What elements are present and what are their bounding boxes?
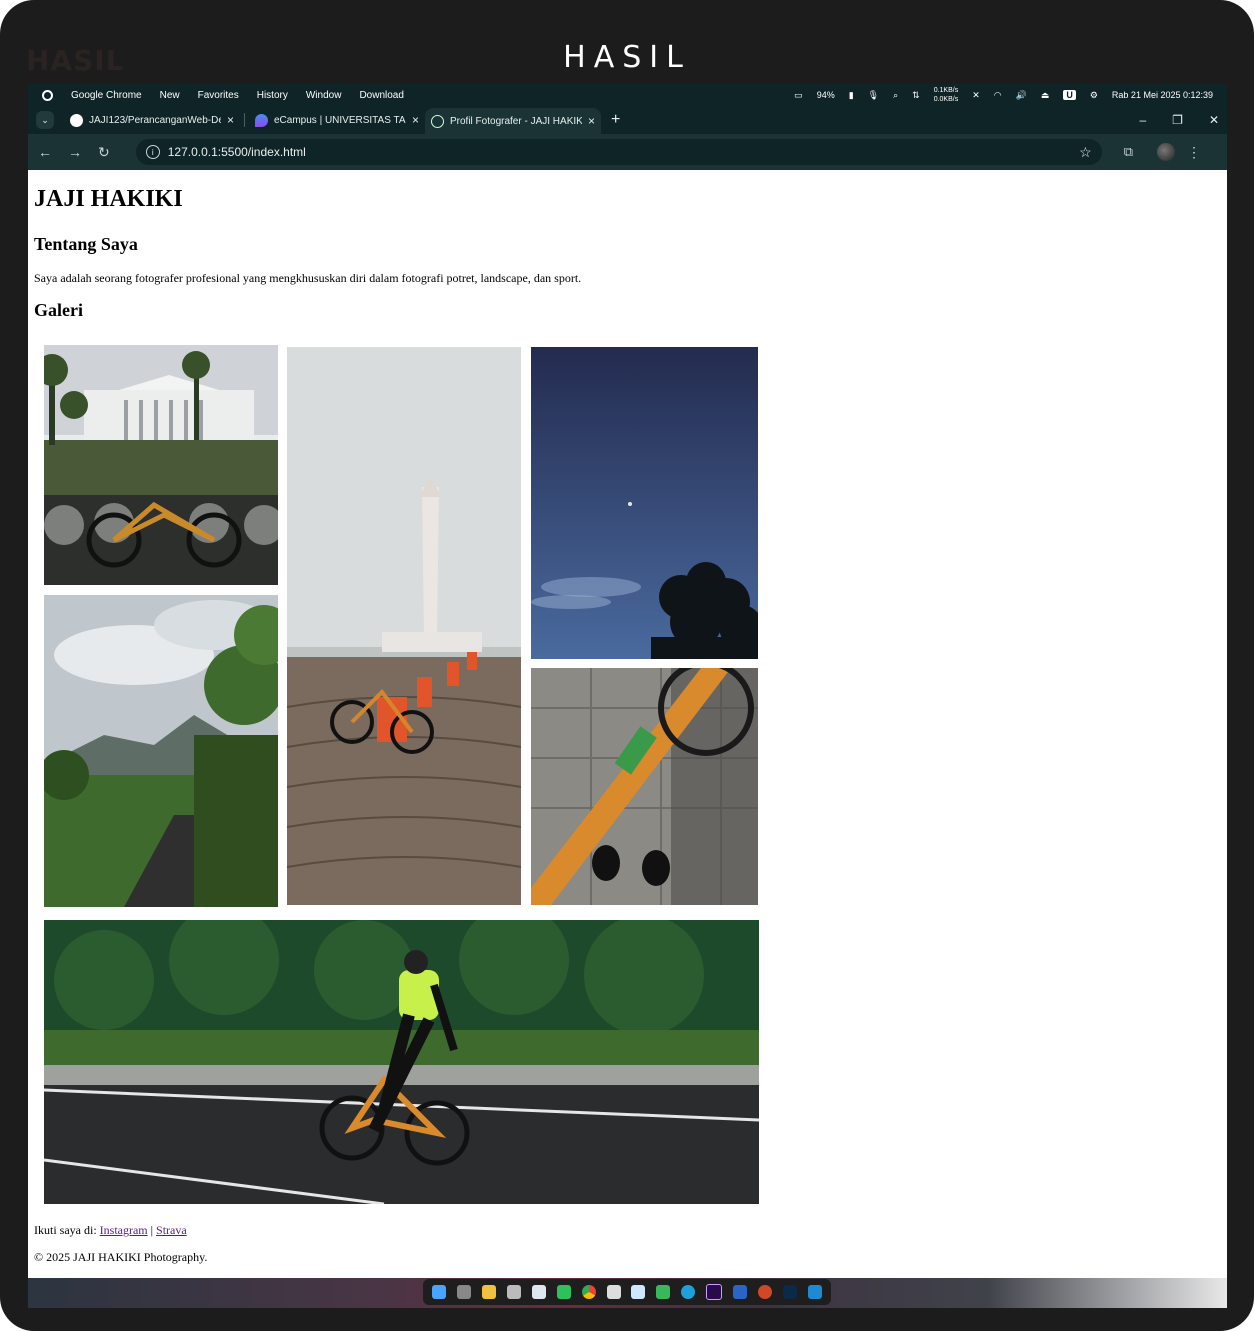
battery-icon[interactable]: ▮ <box>849 90 854 101</box>
network-speed: 0.1KB/s 0.0KB/s <box>934 86 959 104</box>
copyright: © 2025 JAJI HAKIKI Photography. <box>34 1250 208 1264</box>
back-arrow-icon[interactable]: ← <box>38 144 52 160</box>
menu-history[interactable]: History <box>257 90 288 101</box>
file-explorer-icon[interactable] <box>482 1285 497 1299</box>
app-icon[interactable] <box>606 1285 621 1299</box>
gallery-photo-sky-tree[interactable] <box>531 347 758 659</box>
photoshop-icon[interactable] <box>782 1285 797 1299</box>
tab-title: Profil Fotografer - JAJI HAKIKI <box>450 115 582 127</box>
menu-download[interactable]: Download <box>359 90 403 101</box>
volume-icon[interactable]: 🔊 <box>1016 90 1027 101</box>
vscode-icon[interactable] <box>807 1285 822 1299</box>
screen: Google Chrome New Favorites History Wind… <box>28 84 1227 1308</box>
instagram-link[interactable]: Instagram <box>100 1223 148 1237</box>
gallery-heading: Galeri <box>34 300 83 320</box>
drive-icon[interactable] <box>507 1285 522 1299</box>
close-icon[interactable]: × <box>588 114 595 128</box>
chrome-icon[interactable] <box>581 1285 596 1299</box>
globe-icon <box>431 114 444 128</box>
tab-profil-fotografer[interactable]: Profil Fotografer - JAJI HAKIKI × <box>425 108 601 134</box>
tab-separator <box>244 113 245 127</box>
premiere-icon[interactable] <box>706 1284 723 1300</box>
minimize-icon[interactable]: – <box>1139 113 1146 127</box>
app-bird-icon[interactable] <box>631 1285 646 1299</box>
tab-title: eCampus | UNIVERSITAS TANGE <box>274 114 406 126</box>
search-icon[interactable]: ⌕ <box>893 90 898 101</box>
close-icon[interactable]: × <box>412 113 419 127</box>
follow-line: Ikuti saya di: Instagram | Strava <box>34 1223 187 1238</box>
frame-title: HASIL <box>563 40 691 75</box>
edge-icon[interactable] <box>681 1285 696 1299</box>
about-heading: Tentang Saya <box>34 234 138 254</box>
os-taskbar <box>28 1278 1227 1308</box>
display-icon[interactable]: ▭ <box>794 90 803 101</box>
datetime: Rab 21 Mei 2025 0:12:39 <box>1111 90 1213 100</box>
task-view-icon[interactable] <box>457 1285 472 1299</box>
profile-avatar[interactable] <box>1157 143 1175 161</box>
follow-prefix: Ikuti saya di: <box>34 1223 97 1237</box>
os-menubar: Google Chrome New Favorites History Wind… <box>28 84 1227 106</box>
web-page: JAJI HAKIKI Tentang Saya Saya adalah seo… <box>28 170 1227 1278</box>
extensions-icon[interactable]: ⧉ <box>1124 144 1133 160</box>
ecampus-icon <box>255 113 268 127</box>
github-icon <box>70 113 83 127</box>
u-badge-icon[interactable]: U <box>1063 90 1076 100</box>
microphone-icon[interactable]: 🎙 <box>868 90 879 101</box>
restore-icon[interactable]: ❐ <box>1172 113 1183 127</box>
net-upload: 0.1KB/s <box>933 87 959 94</box>
close-icon[interactable]: × <box>227 113 234 127</box>
bluetooth-off-icon[interactable]: ✕ <box>972 90 980 101</box>
eject-icon[interactable]: ⏏ <box>1041 90 1050 101</box>
tab-title: JAJI123/PerancanganWeb-Desa <box>89 114 221 126</box>
gallery-photo-building-bike[interactable] <box>44 345 278 585</box>
gallery-photo-cyclist[interactable] <box>44 920 759 1204</box>
store-icon[interactable] <box>531 1285 546 1299</box>
window-close-icon[interactable]: ✕ <box>1209 113 1219 127</box>
toolbar: ← → ↻ i 127.0.0.1:5500/index.html ☆ ⧉ ⋮ <box>28 134 1227 170</box>
menu-favorites[interactable]: Favorites <box>198 90 239 101</box>
url-text[interactable]: 127.0.0.1:5500/index.html <box>168 145 306 159</box>
menu-new[interactable]: New <box>160 90 180 101</box>
net-download: 0.0KB/s <box>933 96 959 103</box>
wifi-icon[interactable]: ◠ <box>994 90 1002 101</box>
tab-ecampus[interactable]: eCampus | UNIVERSITAS TANGE × <box>249 108 425 132</box>
strava-link[interactable]: Strava <box>156 1223 187 1237</box>
kebab-menu-icon[interactable]: ⋮ <box>1187 144 1201 161</box>
about-text: Saya adalah seorang fotografer profesion… <box>34 271 582 285</box>
network-arrows-icon: ⇅ <box>912 89 920 100</box>
tab-strip: ⌄ JAJI123/PerancanganWeb-Desa × eCampus … <box>28 106 1227 134</box>
reload-icon[interactable]: ↻ <box>98 144 110 161</box>
info-icon[interactable]: i <box>145 145 160 159</box>
taskbar-apps <box>423 1279 831 1305</box>
gallery-photo-road-hills[interactable] <box>44 595 278 907</box>
tab-search-chevron-icon[interactable]: ⌄ <box>36 111 54 129</box>
windows-start-icon[interactable] <box>432 1285 447 1299</box>
device-frame: HASIL HASIL Google Chrome New Favorites … <box>0 0 1254 1331</box>
menu-window[interactable]: Window <box>306 90 342 101</box>
page-title: JAJI HAKIKI <box>34 186 183 212</box>
address-bar[interactable]: i 127.0.0.1:5500/index.html ☆ <box>135 139 1102 165</box>
link-separator: | <box>150 1223 154 1237</box>
forward-arrow-icon[interactable]: → <box>68 144 82 160</box>
tab-github[interactable]: JAJI123/PerancanganWeb-Desa × <box>64 108 240 132</box>
word-icon[interactable] <box>732 1285 747 1299</box>
gallery-photo-bike-topview[interactable] <box>531 668 758 905</box>
powerpoint-icon[interactable] <box>757 1285 772 1299</box>
bookmark-star-icon[interactable]: ☆ <box>1079 144 1092 161</box>
apple-logo-icon[interactable] <box>42 89 53 101</box>
excel-like-icon[interactable] <box>656 1285 671 1299</box>
gallery-photo-monas[interactable] <box>287 347 521 905</box>
menu-app-name[interactable]: Google Chrome <box>71 90 142 101</box>
window-controls: – ❐ ✕ <box>1139 106 1219 134</box>
control-center-icon[interactable]: ⚙ <box>1090 90 1098 101</box>
battery-percent: 94% <box>816 90 835 100</box>
new-tab-plus-icon[interactable]: + <box>611 111 620 129</box>
whatsapp-icon[interactable] <box>556 1285 571 1299</box>
